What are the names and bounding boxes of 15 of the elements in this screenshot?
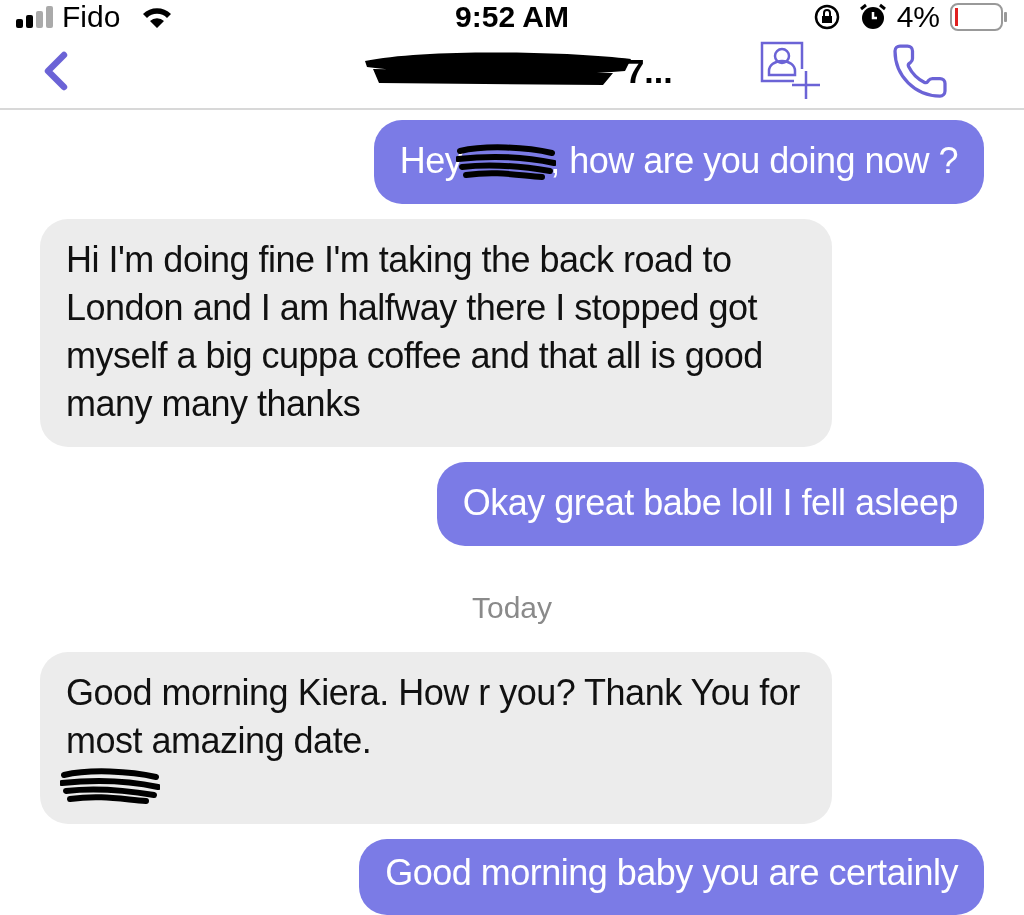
alarm-icon: [858, 3, 887, 32]
received-message: Hi I'm doing fine I'm taking the back road to London and I am halfway there I stopped got myself a big cuppa coffee and that all is good many many thanks: [40, 219, 832, 447]
received-message: Good morning Kiera. How r you? Thank You for most amazing date.: [40, 652, 832, 824]
contact-title: 7...: [625, 51, 673, 91]
signal-icon: [16, 6, 54, 29]
sent-message: Hey , how are you doing now ?: [373, 120, 984, 204]
carrier-name: Fido: [62, 0, 121, 35]
date-separator: Today: [471, 591, 553, 625]
battery-icon: [950, 3, 1008, 32]
sent-message: Good morning baby you are certainly: [359, 839, 984, 915]
wifi-icon: [142, 6, 173, 29]
sent-message: Okay great babe loll I fell asleep: [436, 462, 984, 546]
clock-time: 9:52 AM: [455, 0, 569, 35]
rotation-lock-icon: [812, 3, 841, 32]
battery-percent: 4%: [896, 0, 940, 35]
